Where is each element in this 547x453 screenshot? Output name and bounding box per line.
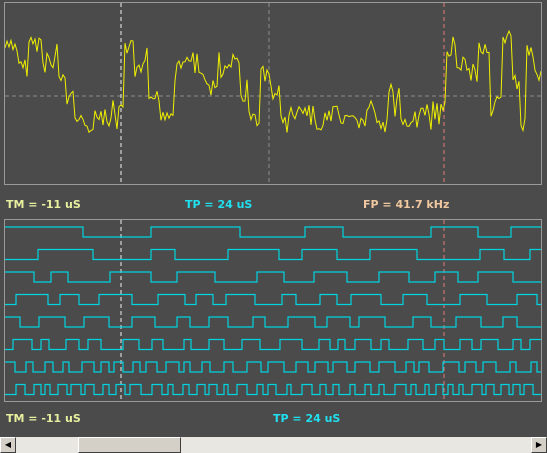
digital-channel-trace xyxy=(5,338,541,351)
horizontal-scrollbar[interactable]: ◀ ▶ xyxy=(0,437,547,453)
arrow-left-icon[interactable]: ◀ xyxy=(0,437,16,453)
digital-channel-trace xyxy=(5,226,541,238)
tp-readout-digital: TP = 24 uS xyxy=(273,412,341,425)
digital-channel-trace xyxy=(5,248,541,261)
digital-channel-trace xyxy=(5,383,541,396)
digital-channel-trace xyxy=(5,361,541,373)
digital-channel-trace xyxy=(5,271,541,283)
tm-readout: TM = -11 uS xyxy=(6,198,81,211)
digital-channel-trace xyxy=(5,316,541,328)
tp-readout: TP = 24 uS xyxy=(185,198,253,211)
analog-waveform-display[interactable] xyxy=(4,2,542,185)
digital-channel-trace xyxy=(5,293,541,306)
fp-readout: FP = 41.7 kHz xyxy=(363,198,450,211)
arrow-right-icon[interactable]: ▶ xyxy=(531,437,547,453)
logic-analyzer-window: TM = -11 uS TP = 24 uS FP = 41.7 kHz TM … xyxy=(0,0,547,453)
scrollbar-thumb[interactable] xyxy=(78,437,181,453)
analog-waveform-svg xyxy=(5,3,541,184)
scrollbar-track[interactable] xyxy=(16,437,531,453)
tm-readout-digital: TM = -11 uS xyxy=(6,412,81,425)
analog-trace xyxy=(5,29,541,134)
digital-waveform-display[interactable] xyxy=(4,219,542,402)
digital-waveform-svg xyxy=(5,220,541,401)
